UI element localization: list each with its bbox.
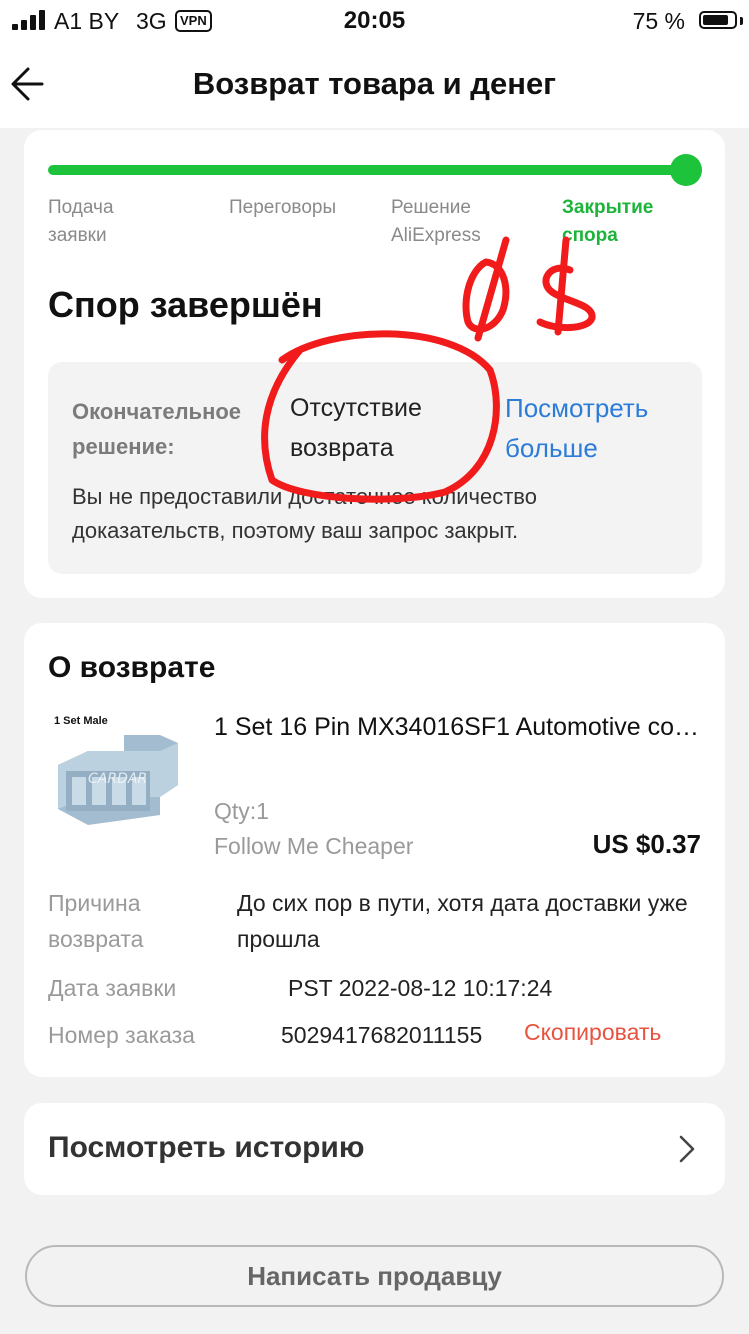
view-history-row[interactable]: Посмотреть историю — [24, 1103, 725, 1195]
progress-current-dot — [670, 154, 702, 186]
final-decision-value: Отсутствие возврата — [290, 394, 422, 462]
final-decision-box: Окончательное решение: Отсутствие возвра… — [48, 362, 702, 574]
final-decision-label: Окончательное решение: — [72, 399, 242, 459]
request-date-label: Дата заявки — [48, 975, 177, 1001]
dispute-title: Спор завершён — [48, 284, 323, 325]
image-watermark: CARDAR — [88, 771, 147, 787]
step-aliexpress-decision: Решение AliExpress — [391, 197, 481, 246]
battery-icon — [699, 11, 737, 29]
page-title: Возврат товара и денег — [192, 66, 557, 101]
battery-percent: 75 % — [632, 8, 685, 34]
step-negotiation: Переговоры — [229, 197, 337, 218]
order-number-value: 5029417682011155 — [281, 1022, 483, 1048]
copy-order-number-button[interactable]: Скопировать — [524, 1019, 661, 1046]
contact-seller-button[interactable]: Написать продавцу — [25, 1245, 724, 1307]
request-date-value: PST 2022-08-12 10:17:24 — [288, 975, 553, 1001]
status-bar: A1 BY 3G VPN 20:05 75 % — [0, 0, 749, 42]
step-dispute-closed: Закрытие спора — [562, 197, 654, 246]
return-details-card: О возврате 1 Set Male CARDAR 1 Set 16 Pi… — [24, 623, 725, 1077]
order-number-label: Номер заказа — [48, 1022, 195, 1048]
product-name[interactable]: 1 Set 16 Pin MX34016SF1 Automotive conne… — [214, 713, 704, 742]
product-quantity: Qty:1 — [214, 798, 269, 824]
battery-tip — [740, 17, 743, 25]
dispute-status-card: Подача заявки Переговоры Решение AliExpr… — [24, 130, 725, 598]
view-history-label: Посмотреть историю — [48, 1131, 365, 1164]
product-image-caption: 1 Set Male — [54, 715, 108, 727]
step-submission: Подача заявки — [48, 197, 114, 246]
store-name[interactable]: Follow Me Cheaper — [214, 833, 413, 860]
section-title: О возврате — [48, 651, 216, 684]
decision-description: Вы не предоставили достаточное количеств… — [72, 484, 537, 543]
connector-illustration: CARDAR — [58, 735, 178, 825]
product-price: US $0.37 — [592, 829, 701, 859]
return-reason-label: Причина возврата — [48, 890, 144, 952]
progress-bar — [48, 165, 698, 175]
product-image[interactable]: 1 Set Male CARDAR — [48, 713, 188, 853]
page-header: Возврат товара и денег — [0, 42, 749, 128]
see-more-link[interactable]: Посмотреть больше — [505, 388, 695, 468]
chevron-right-icon — [679, 1135, 695, 1163]
return-reason-value: До сих пор в пути, хотя дата доставки уж… — [237, 890, 688, 952]
